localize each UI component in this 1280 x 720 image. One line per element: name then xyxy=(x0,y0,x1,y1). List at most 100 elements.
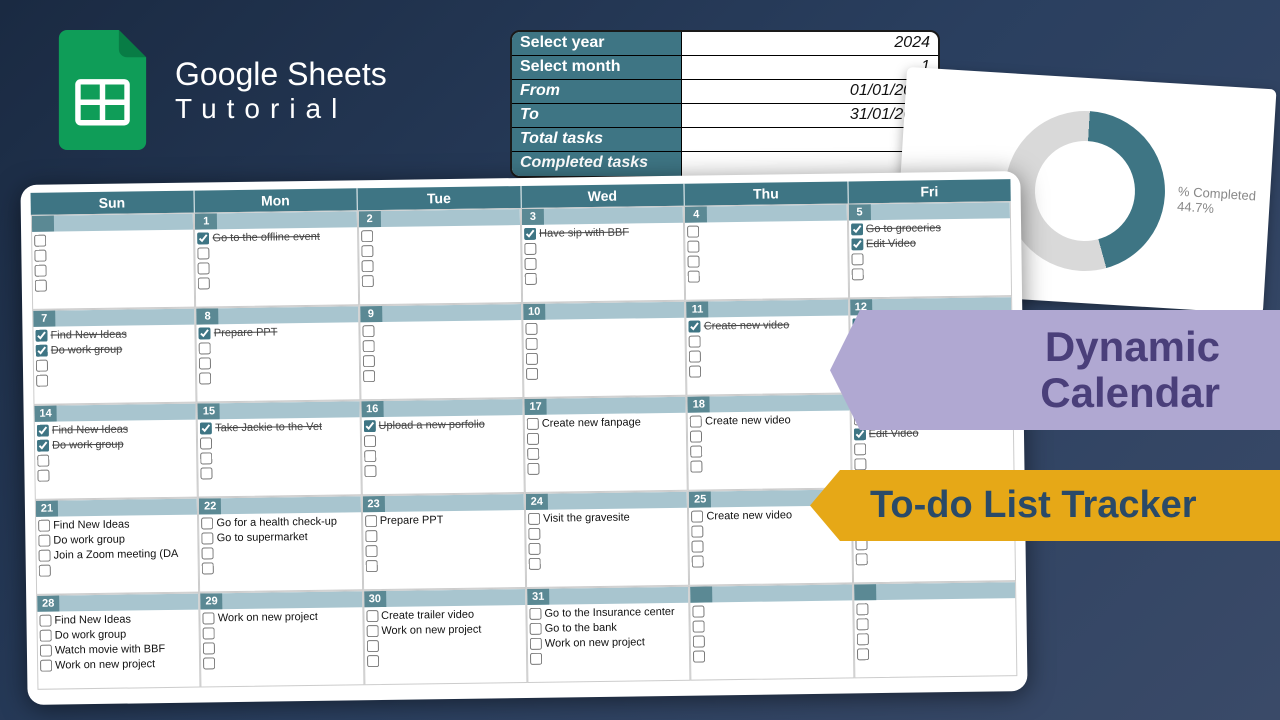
task-checkbox[interactable] xyxy=(203,627,215,639)
task-checkbox[interactable] xyxy=(34,234,46,246)
task-checkbox[interactable] xyxy=(526,337,538,349)
calendar-day-cell[interactable]: 7Find New IdeasDo work group xyxy=(32,308,197,405)
task-checkbox[interactable] xyxy=(200,422,212,434)
task-checkbox[interactable] xyxy=(691,510,703,522)
task-checkbox[interactable] xyxy=(39,549,51,561)
task-checkbox[interactable] xyxy=(525,322,537,334)
task-checkbox[interactable] xyxy=(364,435,376,447)
calendar-day-cell[interactable]: 17Create new fanpage xyxy=(523,396,688,493)
task-checkbox[interactable] xyxy=(363,370,375,382)
task-checkbox[interactable] xyxy=(366,640,378,652)
task-checkbox[interactable] xyxy=(200,452,212,464)
task-checkbox[interactable] xyxy=(693,635,705,647)
task-checkbox[interactable] xyxy=(529,557,541,569)
calendar-day-cell[interactable]: 9 xyxy=(359,303,524,400)
task-checkbox[interactable] xyxy=(40,659,52,671)
task-checkbox[interactable] xyxy=(39,564,51,576)
task-checkbox[interactable] xyxy=(362,355,374,367)
task-checkbox[interactable] xyxy=(202,562,214,574)
task-checkbox[interactable] xyxy=(198,277,210,289)
calendar-day-cell[interactable]: 2 xyxy=(357,208,522,305)
task-checkbox[interactable] xyxy=(528,542,540,554)
summary-value[interactable]: 1 xyxy=(682,56,938,79)
task-checkbox[interactable] xyxy=(690,415,702,427)
task-checkbox[interactable] xyxy=(361,275,373,287)
task-checkbox[interactable] xyxy=(367,655,379,667)
task-checkbox[interactable] xyxy=(363,420,375,432)
task-checkbox[interactable] xyxy=(689,365,701,377)
calendar-day-cell[interactable]: 24Visit the gravesite xyxy=(525,491,690,588)
task-checkbox[interactable] xyxy=(37,439,49,451)
task-checkbox[interactable] xyxy=(39,614,51,626)
calendar-day-cell[interactable]: 21Find New IdeasDo work groupJoin a Zoom… xyxy=(35,498,200,595)
task-checkbox[interactable] xyxy=(40,644,52,656)
task-checkbox[interactable] xyxy=(530,622,542,634)
task-checkbox[interactable] xyxy=(362,325,374,337)
task-checkbox[interactable] xyxy=(38,534,50,546)
task-checkbox[interactable] xyxy=(525,272,537,284)
task-checkbox[interactable] xyxy=(530,637,542,649)
task-checkbox[interactable] xyxy=(198,247,210,259)
task-checkbox[interactable] xyxy=(689,335,701,347)
task-checkbox[interactable] xyxy=(691,460,703,472)
task-checkbox[interactable] xyxy=(365,515,377,527)
task-checkbox[interactable] xyxy=(526,367,538,379)
task-checkbox[interactable] xyxy=(38,519,50,531)
calendar-day-cell[interactable]: 15Take Jackie to the Vet xyxy=(197,400,362,497)
task-checkbox[interactable] xyxy=(524,242,536,254)
task-checkbox[interactable] xyxy=(35,329,47,341)
task-checkbox[interactable] xyxy=(36,344,48,356)
task-checkbox[interactable] xyxy=(524,257,536,269)
task-checkbox[interactable] xyxy=(856,603,868,615)
task-checkbox[interactable] xyxy=(524,227,536,239)
task-checkbox[interactable] xyxy=(851,238,863,250)
task-checkbox[interactable] xyxy=(203,612,215,624)
task-checkbox[interactable] xyxy=(526,352,538,364)
calendar-day-cell[interactable]: 31Go to the Insurance centerGo to the ba… xyxy=(526,586,691,683)
calendar-day-cell[interactable]: 23Prepare PPT xyxy=(361,493,526,590)
task-checkbox[interactable] xyxy=(197,232,209,244)
task-checkbox[interactable] xyxy=(528,527,540,539)
calendar-day-cell[interactable]: 4 xyxy=(684,203,849,300)
task-checkbox[interactable] xyxy=(361,260,373,272)
task-checkbox[interactable] xyxy=(366,625,378,637)
task-checkbox[interactable] xyxy=(857,648,869,660)
task-checkbox[interactable] xyxy=(366,610,378,622)
task-checkbox[interactable] xyxy=(693,650,705,662)
task-checkbox[interactable] xyxy=(528,512,540,524)
task-checkbox[interactable] xyxy=(690,445,702,457)
task-checkbox[interactable] xyxy=(851,268,863,280)
task-checkbox[interactable] xyxy=(37,454,49,466)
task-checkbox[interactable] xyxy=(365,560,377,572)
task-checkbox[interactable] xyxy=(689,350,701,362)
summary-value[interactable]: 01/01/2024 xyxy=(682,80,938,103)
task-checkbox[interactable] xyxy=(851,253,863,265)
task-checkbox[interactable] xyxy=(203,642,215,654)
calendar-day-cell[interactable]: 11Create new video xyxy=(685,298,850,395)
task-checkbox[interactable] xyxy=(527,462,539,474)
task-checkbox[interactable] xyxy=(199,372,211,384)
summary-value[interactable]: 31/01/2024 xyxy=(682,104,938,127)
task-checkbox[interactable] xyxy=(365,530,377,542)
calendar-day-cell[interactable]: 22Go for a health check-upGo to supermar… xyxy=(198,495,363,592)
task-checkbox[interactable] xyxy=(202,532,214,544)
task-checkbox[interactable] xyxy=(530,652,542,664)
task-checkbox[interactable] xyxy=(362,340,374,352)
task-checkbox[interactable] xyxy=(851,223,863,235)
task-checkbox[interactable] xyxy=(203,657,215,669)
calendar-day-cell[interactable]: 1Go to the offline event xyxy=(194,210,359,307)
task-checkbox[interactable] xyxy=(690,430,702,442)
calendar-day-cell[interactable]: 30Create trailer videoWork on new projec… xyxy=(363,588,528,685)
task-checkbox[interactable] xyxy=(364,465,376,477)
calendar-day-cell[interactable]: 28Find New IdeasDo work groupWatch movie… xyxy=(36,593,201,690)
task-checkbox[interactable] xyxy=(35,279,47,291)
task-checkbox[interactable] xyxy=(689,320,701,332)
task-checkbox[interactable] xyxy=(37,469,49,481)
task-checkbox[interactable] xyxy=(201,517,213,529)
task-checkbox[interactable] xyxy=(692,525,704,537)
task-checkbox[interactable] xyxy=(361,245,373,257)
calendar-day-cell[interactable]: 5Go to groceriesEdit Video xyxy=(847,201,1012,298)
calendar-day-cell[interactable]: 16Upload a new porfolio xyxy=(360,398,525,495)
task-checkbox[interactable] xyxy=(687,225,699,237)
task-checkbox[interactable] xyxy=(688,240,700,252)
